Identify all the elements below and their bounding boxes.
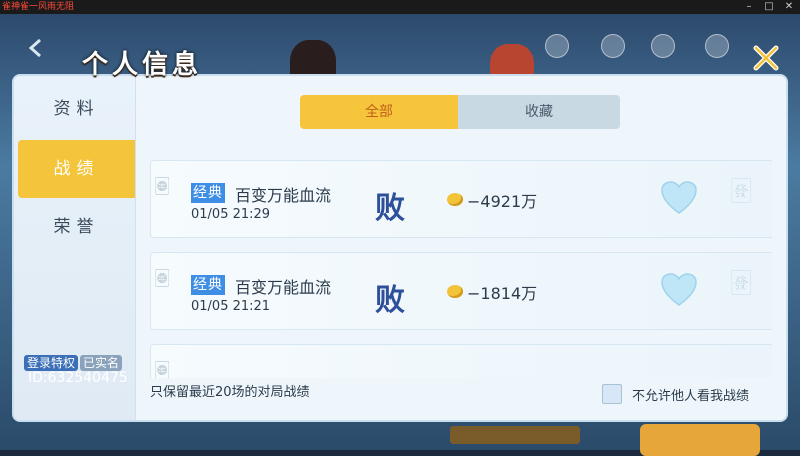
coin-amount: −1814万: [467, 284, 538, 303]
favorite-heart-icon[interactable]: [661, 181, 697, 215]
sidebar-item-records[interactable]: 战绩: [18, 140, 135, 198]
sidebar: 资料 战绩 荣誉 登录特权 已实名 ID:632540475: [14, 76, 136, 420]
tab-favorites[interactable]: 收藏: [458, 95, 620, 129]
mode-name: 百变万能血流: [235, 186, 332, 205]
coin-icon: [447, 193, 463, 206]
replay-icon[interactable]: [646, 34, 680, 74]
list-item[interactable]: 🀙 经典 百变万能血流 01/05 21:29 败 −4921万 🀅: [150, 160, 772, 238]
top-toolbar: [540, 34, 760, 74]
close-panel-icon[interactable]: [752, 44, 780, 72]
mahjong-decor-icon: 🀅: [731, 175, 752, 205]
close-window-icon[interactable]: ✕: [780, 0, 798, 14]
user-id: ID:632540475: [28, 370, 128, 386]
maximize-icon[interactable]: □: [760, 0, 778, 14]
panel-title: 个人信息: [82, 50, 203, 80]
list-item[interactable]: 🀙: [150, 344, 772, 378]
mahjong-tile-icon: 🀙: [155, 175, 170, 196]
record-tabs: 全部 收藏: [300, 95, 620, 129]
mode-tag: 经典: [191, 183, 225, 203]
record-list[interactable]: 🀙 经典 百变万能血流 01/05 21:29 败 −4921万 🀅 🀙 经典 …: [150, 134, 772, 378]
coin-icon: [447, 285, 463, 298]
minimize-icon[interactable]: –: [740, 0, 758, 14]
tab-all[interactable]: 全部: [300, 95, 458, 129]
login-privilege-badge[interactable]: 登录特权 已实名: [24, 354, 123, 371]
back-arrow-icon[interactable]: [26, 38, 46, 58]
favorite-heart-icon[interactable]: [661, 273, 697, 307]
result-label: 败: [375, 191, 405, 226]
mahjong-tile-icon: 🀙: [155, 267, 170, 288]
hide-records-label[interactable]: 不允许他人看我战绩: [632, 385, 749, 404]
verified-label: 已实名: [80, 355, 123, 371]
result-label: 败: [375, 283, 405, 318]
sidebar-item-profile[interactable]: 资料: [18, 80, 135, 138]
record-time: 01/05 21:29: [191, 207, 271, 222]
next-round-button[interactable]: [640, 424, 760, 456]
sidebar-item-honors[interactable]: 荣誉: [18, 198, 135, 256]
favorite-icon[interactable]: [700, 34, 734, 74]
coin-amount: −4921万: [467, 192, 538, 211]
mahjong-decor-icon: 🀅: [731, 267, 752, 297]
mahjong-tile-icon: 🀙: [155, 359, 170, 378]
invite-icon[interactable]: [540, 34, 574, 74]
personal-info-panel: 资料 战绩 荣誉 登录特权 已实名 ID:632540475 全部 收藏 🀙 经典…: [14, 76, 786, 420]
mode-name: 百变万能血流: [235, 278, 332, 297]
record-time: 01/05 21:21: [191, 299, 271, 314]
window-title: 雀神雀一风雨无阻: [2, 2, 75, 12]
records-note: 只保留最近20场的对局战绩: [150, 385, 310, 400]
mode-tag: 经典: [191, 275, 225, 295]
report-icon[interactable]: [596, 34, 630, 74]
list-item[interactable]: 🀙 经典 百变万能血流 01/05 21:21 败 −1814万 🀅: [150, 252, 772, 330]
background-banner: [450, 426, 580, 444]
window-titlebar: 雀神雀一风雨无阻 – □ ✕: [0, 0, 800, 14]
hide-records-checkbox[interactable]: [602, 384, 622, 404]
login-privilege-label: 登录特权: [24, 355, 79, 371]
